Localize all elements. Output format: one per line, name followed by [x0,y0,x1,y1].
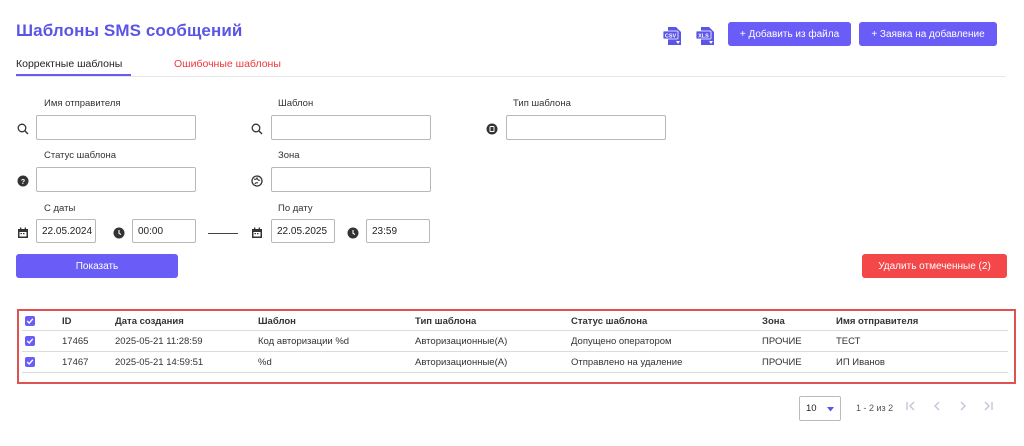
date-to-label: По дату [278,203,313,214]
status-icon: ? [17,174,29,187]
tabs-divider [16,76,1006,77]
select-all-checkbox[interactable] [25,316,35,326]
date-range-separator [208,233,238,234]
prev-page-icon[interactable] [931,400,943,415]
date-to-input[interactable]: 22.05.2025 [271,219,335,243]
template-status-input[interactable] [36,167,196,192]
delete-selected-button[interactable]: Удалить отмеченные (2) [862,254,1007,278]
cell-type: Авторизационные(A) [415,357,508,368]
tab-correct-templates[interactable]: Корректные шаблоны [16,58,122,70]
cell-sender: ИП Иванов [836,357,885,368]
cell-created: 2025-05-21 11:28:59 [115,336,203,347]
column-header-zone[interactable]: Зона [762,316,785,327]
column-header-type[interactable]: Тип шаблона [415,316,476,327]
template-input[interactable] [271,115,431,140]
next-page-icon[interactable] [957,400,969,415]
cell-type: Авторизационные(A) [415,336,508,347]
first-page-icon[interactable] [905,400,917,415]
cell-id: 17465 [62,336,89,347]
globe-icon [251,174,263,187]
xls-export-icon[interactable]: XLS [695,25,717,47]
clock-icon [347,226,359,239]
pagination-info: 1 - 2 из 2 [856,403,894,413]
calendar-icon [251,226,263,238]
template-type-input[interactable] [506,115,666,140]
clock-icon [113,226,125,239]
xls-icon-label: XLS [698,33,709,39]
header-divider [22,330,1008,331]
cell-zone: ПРОЧИЕ [762,357,802,368]
cell-template: Код авторизации %d [258,336,350,347]
template-type-label: Тип шаблона [513,98,571,109]
last-page-icon[interactable] [982,400,994,415]
show-button[interactable]: Показать [16,254,178,278]
calendar-icon [17,226,29,238]
request-add-button[interactable]: + Заявка на добавление [859,22,997,46]
page-title: Шаблоны SMS сообщений [16,21,243,40]
sender-name-label: Имя отправителя [44,98,121,109]
add-from-file-button[interactable]: + Добавить из файла [728,22,851,46]
search-icon [17,122,29,135]
svg-text:?: ? [21,179,25,186]
cell-zone: ПРОЧИЕ [762,336,802,347]
csv-export-icon[interactable]: CSV [662,25,684,47]
row-checkbox[interactable] [25,336,35,346]
column-header-template[interactable]: Шаблон [258,316,296,327]
template-label: Шаблон [278,98,314,109]
cell-status: Допущено оператором [571,336,672,347]
column-header-created[interactable]: Дата создания [115,316,184,327]
cell-sender: ТЕСТ [836,336,861,347]
cell-id: 17467 [62,357,89,368]
time-from-input[interactable]: 00:00 [132,219,196,243]
cell-status: Отправлено на удаление [571,357,683,368]
type-icon [486,122,498,135]
page-size-select[interactable]: 10 [799,396,841,421]
page-size-value: 10 [806,403,817,414]
row-divider [22,351,1008,352]
cell-created: 2025-05-21 14:59:51 [115,357,204,368]
chevron-down-icon [827,407,834,412]
cell-template: %d [258,357,272,368]
tab-error-templates[interactable]: Ошибочные шаблоны [174,58,281,70]
csv-icon-label: CSV [665,33,677,39]
date-from-input[interactable]: 22.05.2024 [36,219,96,243]
zone-input[interactable] [271,167,431,192]
column-header-sender[interactable]: Имя отправителя [836,316,918,327]
zone-label: Зона [278,150,300,161]
column-header-id[interactable]: ID [62,316,72,327]
sender-name-input[interactable] [36,115,196,140]
template-status-label: Статус шаблона [44,150,117,161]
row-checkbox[interactable] [25,357,35,367]
date-from-label: С даты [44,203,76,214]
column-header-status[interactable]: Статус шаблона [571,316,647,327]
row-divider [22,372,1008,373]
search-icon [251,122,263,135]
time-to-input[interactable]: 23:59 [366,219,430,243]
